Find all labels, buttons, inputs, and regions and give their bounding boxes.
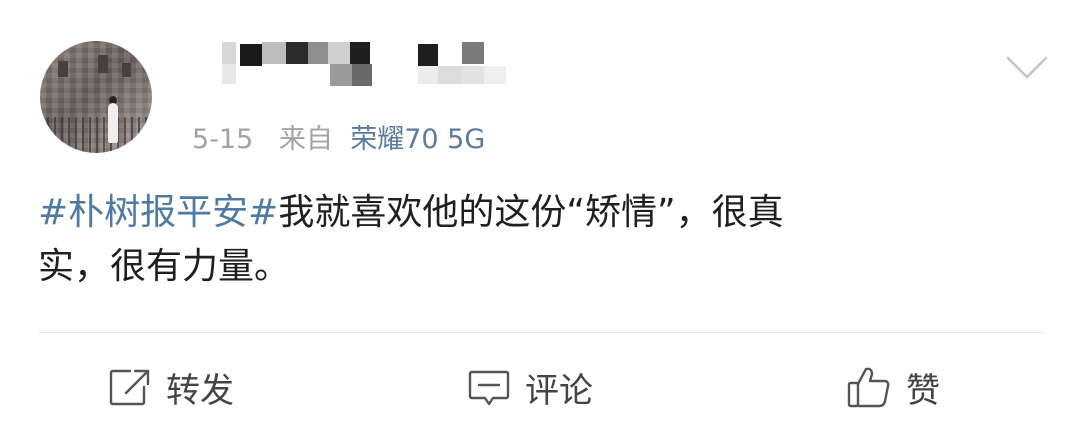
repost-icon <box>109 369 150 406</box>
avatar-window <box>98 55 108 73</box>
mosaic-block <box>328 42 350 64</box>
mosaic-block <box>418 44 438 66</box>
post-body: #朴树报平安#我就喜欢他的这份“矫情”，很真 实，很有力量。 <box>38 186 1048 294</box>
avatar[interactable] <box>40 41 152 153</box>
avatar-person <box>108 103 118 143</box>
mosaic-block <box>418 66 438 84</box>
post-from-prefix: 来自 <box>279 124 334 155</box>
mosaic-block <box>308 42 328 64</box>
mosaic-block <box>222 42 236 66</box>
post-source-device[interactable]: 荣耀70 5G <box>350 124 485 155</box>
post-body-line2: 实，很有力量。 <box>38 246 291 287</box>
comment-label: 评论 <box>525 370 593 411</box>
repost-button[interactable]: 转发 <box>108 360 234 414</box>
thumbs-up-icon <box>847 367 890 408</box>
mosaic-block <box>352 64 372 86</box>
avatar-window <box>58 61 68 77</box>
like-label: 赞 <box>906 370 940 411</box>
mosaic-block <box>462 66 484 84</box>
mosaic-block <box>286 42 308 64</box>
post-date: 5-15 <box>192 124 254 155</box>
post-body-line1: 我就喜欢他的这份“矫情”，很真 <box>278 192 784 233</box>
mosaic-block <box>240 44 262 66</box>
comment-button[interactable]: 评论 <box>467 360 593 414</box>
mosaic-block <box>350 42 370 64</box>
repost-label: 转发 <box>166 370 234 411</box>
username-pixelated[interactable] <box>222 42 512 88</box>
avatar-fence <box>40 117 152 153</box>
mosaic-block <box>484 66 506 84</box>
mosaic-block <box>462 42 484 64</box>
avatar-window <box>122 63 131 77</box>
mosaic-block <box>222 64 236 84</box>
like-button[interactable]: 赞 <box>846 360 940 414</box>
mosaic-block <box>438 66 462 84</box>
post-meta: 5-15 来自 荣耀70 5G <box>192 117 485 156</box>
divider <box>38 332 1044 333</box>
mosaic-block <box>330 64 352 86</box>
chevron-down-icon[interactable] <box>1005 55 1049 81</box>
comment-icon <box>468 370 510 406</box>
topic-link[interactable]: #朴树报平安# <box>38 192 278 233</box>
mosaic-block <box>262 42 286 64</box>
